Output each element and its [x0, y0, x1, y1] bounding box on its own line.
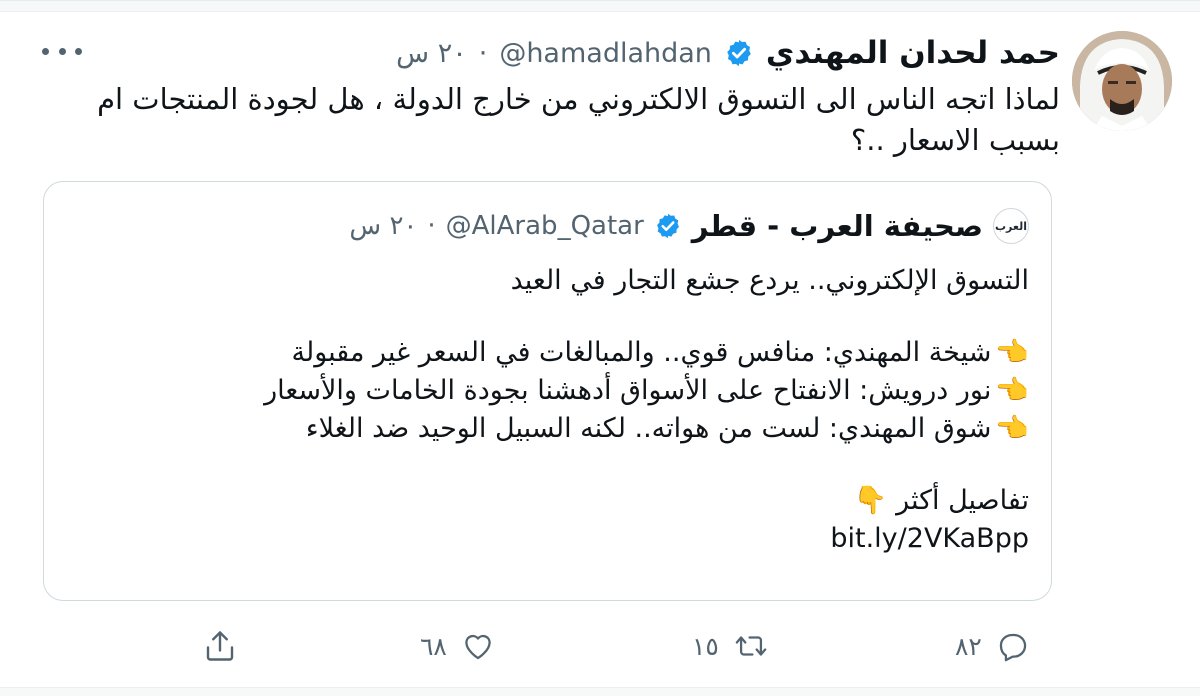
pointing-down-icon: 👇 [853, 485, 888, 516]
pointing-left-icon: 👈 [995, 413, 1029, 444]
more-details-label: تفاصيل أكثر [896, 485, 1029, 516]
heart-icon [465, 634, 491, 660]
quoted-tweet-time: ٢٠ س [349, 211, 418, 241]
profile-photo-icon [1072, 31, 1172, 131]
bullet-text: شيخة المهندي: منافس قوي.. والمبالغات في … [291, 337, 992, 368]
quoted-tweet-header: العرب صحيفة العرب - قطر @AlArab_Qatar · … [349, 206, 1029, 246]
author-avatar[interactable] [1072, 31, 1172, 131]
top-divider [0, 1, 1200, 12]
quoted-link[interactable]: bit.ly/2VKaBpp [830, 523, 1029, 554]
retweet-button[interactable]: ١٥ [692, 621, 769, 671]
pointing-left-icon: 👈 [995, 337, 1029, 368]
quoted-author-avatar[interactable]: العرب [993, 208, 1029, 244]
share-button[interactable] [202, 621, 252, 671]
pointing-left-icon: 👈 [995, 375, 1029, 406]
share-icon [206, 631, 234, 661]
quoted-author-display-name[interactable]: صحيفة العرب - قطر [692, 209, 983, 243]
quoted-link-line: bit.ly/2VKaBpp [69, 520, 1029, 558]
quoted-avatar-logo: العرب [994, 219, 1028, 233]
bottom-divider [0, 687, 1200, 696]
reply-icon [999, 633, 1027, 662]
separator-dot: · [427, 211, 436, 241]
quoted-tweet-card[interactable]: العرب صحيفة العرب - قطر @AlArab_Qatar · … [43, 181, 1052, 601]
reply-count: ٨٢ [955, 631, 982, 661]
retweet-icon [735, 636, 767, 656]
tweet-time[interactable]: ٢٠ س [396, 38, 467, 69]
quoted-bullet: 👈نور درويش: الانفتاح على الأسواق أدهشنا … [69, 372, 1029, 410]
quoted-author-handle[interactable]: @AlArab_Qatar [446, 211, 644, 241]
bullet-text: نور درويش: الانفتاح على الأسواق أدهشنا ب… [264, 375, 992, 406]
retweet-count: ١٥ [692, 631, 719, 661]
verified-badge-icon [727, 39, 751, 67]
action-bar: ٨٢ ١٥ ٦٨ [180, 621, 1060, 671]
author-handle[interactable]: @hamadlahdan [499, 38, 712, 69]
verified-badge-icon [656, 213, 679, 239]
more-horizontal-icon[interactable] [42, 39, 82, 63]
tweet-text: لماذا اتجه الناس الى التسوق الالكتروني م… [97, 82, 1060, 157]
separator-dot: · [478, 37, 488, 69]
like-button[interactable]: ٦٨ [420, 621, 495, 671]
author-display-name[interactable]: حمد لحدان المهندي [766, 35, 1060, 71]
author-line: حمد لحدان المهندي @hamadlahdan · ٢٠ س [396, 31, 1060, 75]
dot [75, 47, 82, 55]
dot [58, 47, 66, 55]
more-details-line: تفاصيل أكثر 👇 [69, 482, 1029, 520]
quoted-bullet: 👈شوق المهندي: لست من هواته.. لكنه السبيل… [69, 410, 1029, 448]
bullet-text: شوق المهندي: لست من هواته.. لكنه السبيل … [305, 413, 992, 444]
dot [42, 47, 49, 55]
quoted-headline: التسوق الإلكتروني.. يردع جشع التجار في ا… [510, 265, 1029, 296]
tweet-screenshot: حمد لحدان المهندي @hamadlahdan · ٢٠ س لم… [0, 0, 1200, 696]
reply-button[interactable]: ٨٢ [955, 621, 1030, 671]
like-count: ٦٨ [420, 631, 447, 661]
quoted-tweet-body: التسوق الإلكتروني.. يردع جشع التجار في ا… [69, 262, 1029, 558]
quoted-bullet: 👈شيخة المهندي: منافس قوي.. والمبالغات في… [69, 334, 1030, 372]
